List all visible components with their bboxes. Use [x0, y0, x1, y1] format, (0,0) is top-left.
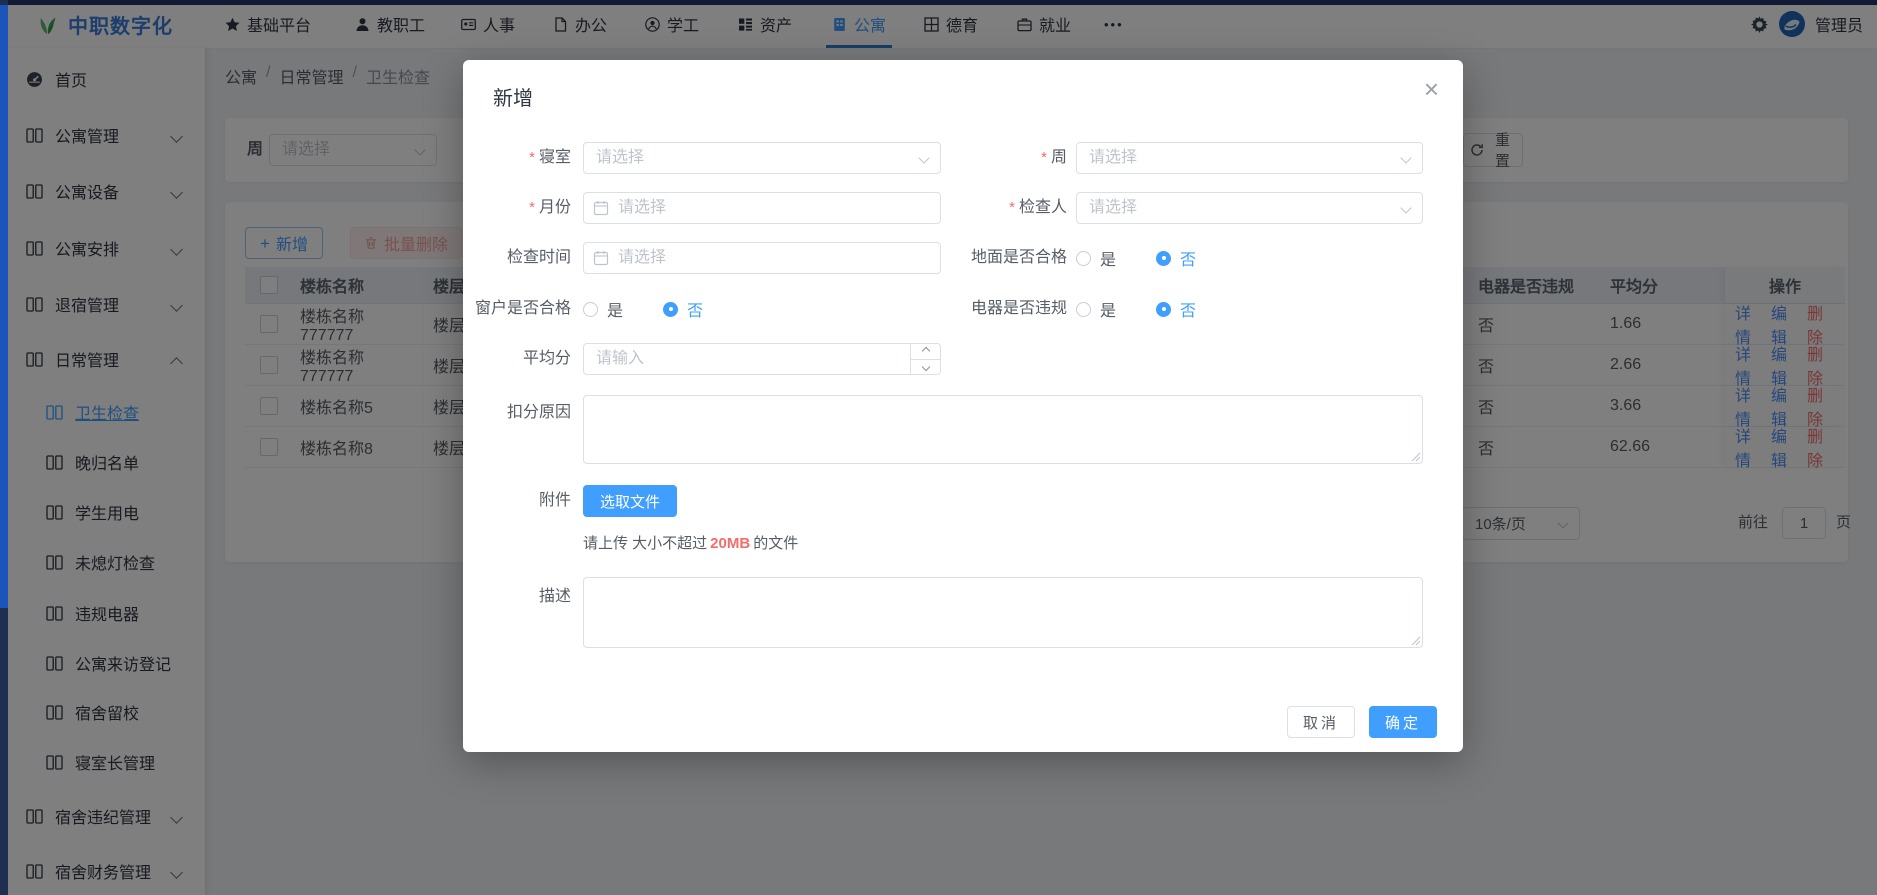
description-textarea[interactable]	[583, 577, 1423, 648]
inspector-select-input[interactable]	[1076, 192, 1423, 224]
window-top-edge	[0, 0, 1877, 5]
chevron-down-icon	[922, 363, 930, 371]
attachment-label: 附件	[463, 485, 571, 517]
appliance-violation-label: 电器是否违规	[931, 293, 1067, 325]
add-dialog: 新增 × *寝室 *周 *月份 *检查人 检查时	[463, 60, 1463, 752]
radio-yes-label[interactable]: 是	[1100, 297, 1116, 321]
close-icon[interactable]: ×	[1424, 76, 1439, 102]
avg-score-label: 平均分	[463, 343, 571, 375]
week-label: *周	[931, 142, 1067, 174]
description-label: 描述	[463, 587, 571, 607]
description-field	[583, 577, 1423, 648]
dorm-label: *寝室	[463, 142, 571, 174]
radio-no-selected[interactable]	[1156, 302, 1171, 317]
upload-hint: 请上传 大小不超过20MB的文件	[583, 532, 798, 553]
month-picker-input[interactable]	[583, 192, 941, 224]
deduction-reason-textarea[interactable]	[583, 395, 1423, 464]
radio-yes[interactable]	[583, 302, 598, 317]
radio-yes-label[interactable]: 是	[607, 297, 623, 321]
radio-no-selected[interactable]	[663, 302, 678, 317]
radio-yes[interactable]	[1076, 251, 1091, 266]
dialog-title: 新增	[493, 82, 533, 111]
deduction-reason-field	[583, 395, 1423, 464]
spinner-up-button[interactable]	[911, 343, 941, 360]
check-time-label: 检查时间	[463, 242, 571, 274]
week-select[interactable]	[1076, 142, 1423, 174]
select-file-button[interactable]: 选取文件	[583, 485, 677, 517]
confirm-button[interactable]: 确定	[1369, 706, 1437, 738]
radio-no-label[interactable]: 否	[1180, 297, 1196, 321]
left-scrollbar-thumb[interactable]	[0, 5, 8, 608]
upload-size-limit: 20MB	[710, 535, 750, 552]
window-ok-radio-group: 是 否	[583, 293, 703, 325]
radio-yes-label[interactable]: 是	[1100, 246, 1116, 270]
dialog-footer: 取消 确定	[1287, 706, 1437, 738]
avg-score-field	[583, 343, 941, 375]
dorm-select[interactable]	[583, 142, 941, 174]
required-mark: *	[1009, 199, 1015, 216]
number-spinner	[910, 343, 941, 375]
required-mark: *	[529, 149, 535, 166]
radio-no-selected[interactable]	[1156, 251, 1171, 266]
deduction-reason-label: 扣分原因	[463, 403, 571, 423]
inspector-label: *检查人	[931, 192, 1067, 224]
check-time-picker[interactable]	[583, 242, 941, 274]
month-picker[interactable]	[583, 192, 941, 224]
chevron-up-icon	[922, 347, 930, 355]
radio-yes[interactable]	[1076, 302, 1091, 317]
window-ok-label: 窗户是否合格	[463, 293, 571, 325]
inspector-select[interactable]	[1076, 192, 1423, 224]
required-mark: *	[529, 199, 535, 216]
month-label: *月份	[463, 192, 571, 224]
spinner-down-button[interactable]	[911, 360, 941, 376]
cancel-button[interactable]: 取消	[1287, 706, 1355, 738]
radio-no-label[interactable]: 否	[1180, 246, 1196, 270]
check-time-input[interactable]	[583, 242, 941, 274]
week-select-input[interactable]	[1076, 142, 1423, 174]
dorm-select-input[interactable]	[583, 142, 941, 174]
required-mark: *	[1041, 149, 1047, 166]
radio-no-label[interactable]: 否	[687, 297, 703, 321]
appliance-violation-radio-group: 是 否	[1076, 293, 1196, 325]
ground-ok-label: 地面是否合格	[931, 242, 1067, 274]
ground-ok-radio-group: 是 否	[1076, 242, 1196, 274]
avg-score-input[interactable]	[583, 343, 941, 375]
